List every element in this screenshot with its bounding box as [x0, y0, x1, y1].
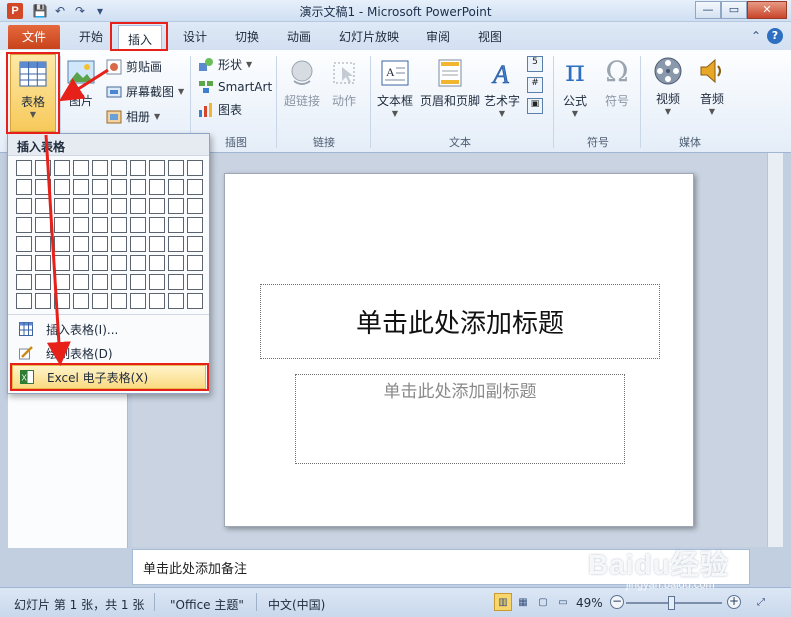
baidu-watermark: Baidu经验 jingyan.baidu.com — [588, 549, 729, 591]
annotation-arrows — [44, 68, 109, 366]
